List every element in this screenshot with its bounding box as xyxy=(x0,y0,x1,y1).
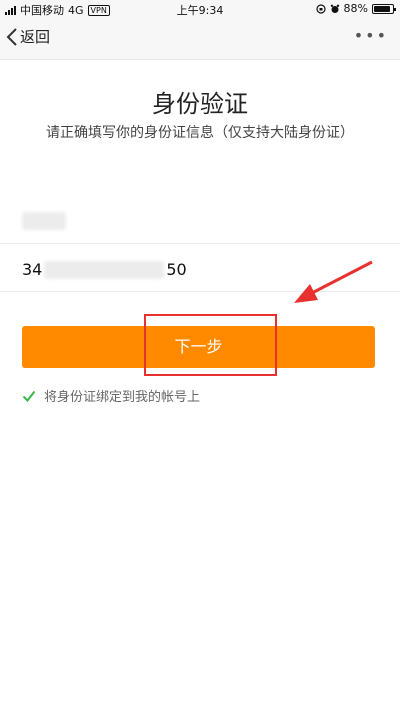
redacted-id-digits xyxy=(44,260,165,279)
id-prefix: 34 xyxy=(22,260,43,279)
status-right: 88% xyxy=(315,2,396,15)
page-subtitle: 请正确填写你的身份证信息（仅支持大陆身份证） xyxy=(46,125,354,141)
id-suffix: 50 xyxy=(166,260,187,279)
status-bar: 中国移动 4G VPN 上午9:34 88% xyxy=(0,0,400,18)
battery-fill xyxy=(374,5,390,12)
battery-percent: 88% xyxy=(343,2,368,15)
back-button[interactable]: 返回 xyxy=(6,26,50,47)
back-label: 返回 xyxy=(20,28,51,46)
id-number-value: 34 50 xyxy=(22,260,187,279)
redacted-name xyxy=(22,212,66,230)
page-title: 身份验证 xyxy=(152,90,248,118)
checkmark-icon xyxy=(22,390,36,402)
chevron-left-icon xyxy=(6,27,17,46)
id-number-field[interactable]: 34 50 xyxy=(0,244,400,292)
rotation-lock-icon xyxy=(315,3,326,14)
nav-bar: 返回 ••• xyxy=(0,18,400,60)
annotation-highlight-box xyxy=(144,314,277,376)
name-field[interactable] xyxy=(0,196,400,244)
alarm-icon xyxy=(330,4,339,13)
bind-id-label: 将身份证绑定到我的帐号上 xyxy=(44,390,201,405)
bind-id-checkbox[interactable]: 将身份证绑定到我的帐号上 xyxy=(22,386,200,405)
more-button[interactable]: ••• xyxy=(354,26,388,45)
battery-icon xyxy=(372,3,396,14)
page: 中国移动 4G VPN 上午9:34 88% 返回 ••• 身份验证 请正确填写… xyxy=(0,0,400,707)
name-value xyxy=(22,212,66,230)
